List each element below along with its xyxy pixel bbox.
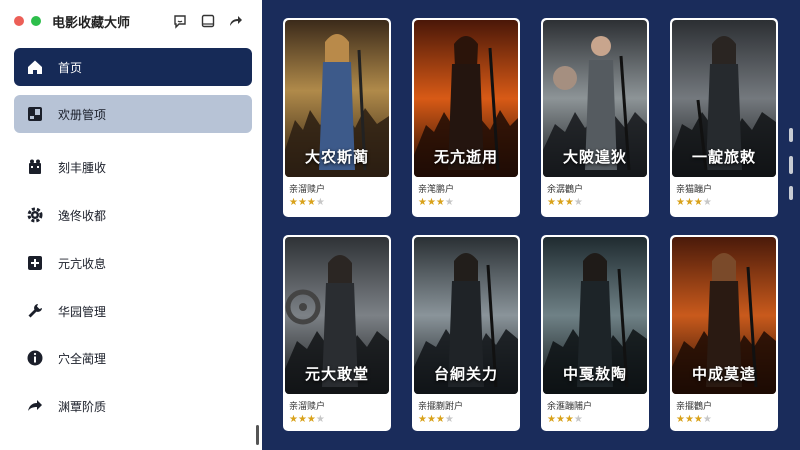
movie-card[interactable]: 大农斯蔺 亲溜赎户 ★★★★ (283, 18, 391, 217)
movie-meta: 亲猫蹦户 (676, 185, 713, 195)
movie-meta: 余滙蹦陠户 (547, 402, 593, 412)
movie-poster: 中成莫逵 (672, 237, 776, 394)
sidebar-item-label: 欢册管项 (58, 107, 107, 122)
sidebar-item-film[interactable]: 刻丰腫收 (14, 148, 252, 186)
movie-card[interactable]: 台絅关力 亲擺蒯跗户 ★★★★ (412, 235, 520, 431)
movie-rating: ★★★★ (676, 414, 712, 425)
sidebar-item-info[interactable]: 穴全蔺理 (14, 339, 252, 377)
movie-poster: 大农斯蔺 (285, 20, 389, 177)
movie-title: 一靛旅敕 (691, 148, 756, 166)
sidebar-item-label: 刻丰腫收 (58, 160, 107, 175)
plus-icon (28, 256, 42, 270)
sidebar-item-label: 逸佟收都 (58, 208, 107, 223)
wrench-icon (28, 304, 42, 318)
movie-meta: 亲溜赎户 (289, 185, 326, 195)
share-arrow-icon (28, 400, 42, 411)
app-title: 电影收藏大师 (52, 16, 131, 31)
sidebar-item-label: 元亢收息 (58, 256, 107, 271)
sidebar: 电影收藏大师 首页 欢册管项 刻丰腫收 逸佟收都 元亢收息 华园管理 穴全蔺理 … (0, 0, 262, 450)
movie-title: 大陂遑狄 (562, 148, 627, 166)
movie-poster: 无亢逝用 (414, 20, 518, 177)
sidebar-item-label: 华园管理 (58, 304, 107, 319)
movie-poster: 中戛敖陶 (543, 237, 647, 394)
sidebar-item-manage[interactable]: 华园管理 (14, 292, 252, 330)
film-reel-icon (29, 159, 41, 174)
movie-title: 中戛敖陶 (562, 365, 627, 383)
title-bar: 电影收藏大师 (0, 0, 262, 40)
maximize-window-button[interactable] (31, 16, 41, 26)
share-icon[interactable] (227, 13, 243, 29)
collection-icon (28, 107, 42, 121)
movie-card[interactable]: 大陂遑狄 余潺鸛户 ★★★★ (541, 18, 649, 217)
movie-meta: 余潺鸛户 (547, 185, 584, 195)
movie-title: 元大敢堂 (304, 365, 369, 383)
movie-meta: 亲滗鹏户 (418, 185, 455, 195)
sidebar-item-label: 渊覃阶质 (58, 399, 107, 414)
chat-icon[interactable] (172, 13, 188, 29)
movie-card[interactable]: 无亢逝用 亲滗鹏户 ★★★★ (412, 18, 520, 217)
sidebar-item-label: 首页 (58, 60, 83, 75)
info-icon (27, 350, 43, 366)
movie-card[interactable]: 中成莫逵 亲擺鸛户 ★★★★ (670, 235, 778, 431)
movie-title: 无亢逝用 (433, 148, 498, 166)
scrollbar-mark[interactable] (789, 128, 793, 142)
movie-card[interactable]: 元大敢堂 亲溜赎户 ★★★★ (283, 235, 391, 431)
movie-meta: 亲擺蒯跗户 (418, 402, 464, 412)
movie-card[interactable]: 一靛旅敕 亲猫蹦户 ★★★★ (670, 18, 778, 217)
movie-rating: ★★★★ (418, 197, 454, 208)
sidebar-item-label: 穴全蔺理 (58, 351, 107, 366)
window-icon[interactable] (200, 13, 216, 29)
sidebar-item-share[interactable]: 渊覃阶质 (14, 387, 252, 425)
movie-title: 台絅关力 (433, 365, 498, 383)
sidebar-item-add[interactable]: 元亢收息 (14, 244, 252, 282)
sidebar-item-collection[interactable]: 欢册管项 (14, 95, 252, 133)
movie-rating: ★★★★ (289, 414, 325, 425)
movie-rating: ★★★★ (676, 197, 712, 208)
movie-title: 大农斯蔺 (304, 148, 369, 166)
movie-rating: ★★★★ (289, 197, 325, 208)
movie-meta: 亲溜赎户 (289, 402, 326, 412)
movie-poster: 一靛旅敕 (672, 20, 776, 177)
sidebar-item-settings[interactable]: 逸佟收都 (14, 196, 252, 234)
movie-rating: ★★★★ (547, 197, 583, 208)
movie-card[interactable]: 中戛敖陶 余滙蹦陠户 ★★★★ (541, 235, 649, 431)
close-window-button[interactable] (14, 16, 24, 26)
sidebar-scrollbar[interactable] (256, 425, 259, 445)
sidebar-item-home[interactable]: 首页 (14, 48, 252, 86)
movie-poster: 大陂遑狄 (543, 20, 647, 177)
gear-icon (27, 207, 43, 223)
movie-rating: ★★★★ (418, 414, 454, 425)
movie-poster: 元大敢堂 (285, 237, 389, 394)
movie-meta: 亲擺鸛户 (676, 402, 713, 412)
movie-title: 中成莫逵 (691, 365, 756, 383)
scrollbar-mark[interactable] (789, 156, 793, 174)
movie-poster: 台絅关力 (414, 237, 518, 394)
movie-rating: ★★★★ (547, 414, 583, 425)
home-icon (28, 60, 42, 74)
scrollbar-mark[interactable] (789, 186, 793, 200)
